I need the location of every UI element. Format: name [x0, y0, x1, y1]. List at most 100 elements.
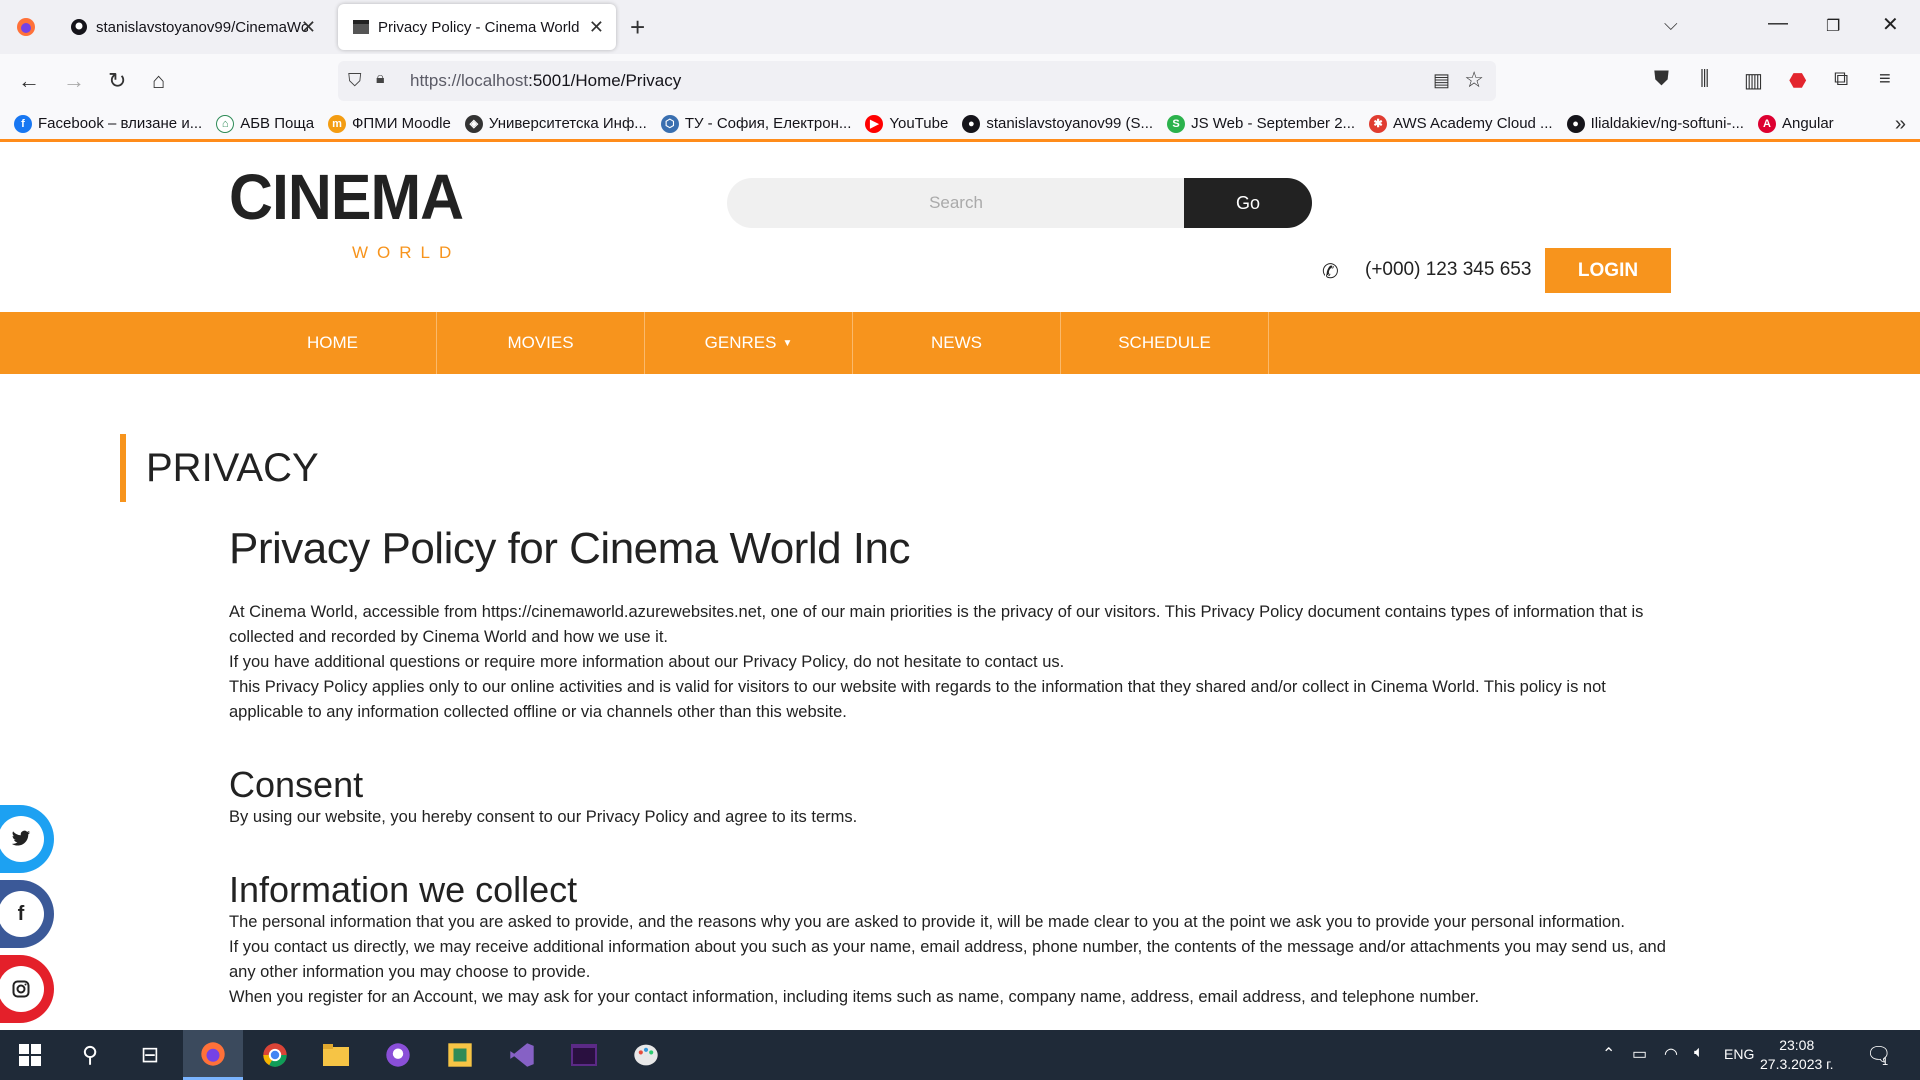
consent-text: By using our website, you hereby consent… — [229, 808, 858, 826]
bookmark-favicon-icon: ▶ — [865, 114, 884, 133]
bookmark-item[interactable]: ◈ Университетска Инф... — [464, 114, 647, 133]
chevron-down-icon[interactable]: ⌵ — [1664, 14, 1678, 35]
clapperboard-icon — [352, 18, 370, 36]
visual-studio-icon[interactable] — [492, 1030, 552, 1080]
bookmark-item[interactable]: ✱ AWS Academy Cloud ... — [1369, 114, 1553, 133]
page-heading: PRIVACY — [120, 434, 319, 502]
bookmark-favicon-icon: A — [1757, 114, 1776, 133]
pocket-icon[interactable]: ⛊ — [1654, 68, 1669, 91]
forward-icon[interactable]: → — [63, 68, 85, 94]
more-bookmarks-icon[interactable]: » — [1895, 113, 1906, 136]
tray-chevron-up-icon[interactable]: ⌃ — [1602, 1044, 1615, 1064]
clock-date: 27.3.2023 г. — [1760, 1056, 1834, 1072]
ssms-icon[interactable] — [430, 1030, 490, 1080]
bookmark-label: АБВ Поща — [240, 115, 315, 132]
chrome-taskbar-icon[interactable] — [245, 1030, 305, 1080]
bookmark-item[interactable]: S JS Web - September 2... — [1167, 114, 1356, 133]
bookmark-item[interactable]: ⌂ АБВ Поща — [216, 114, 315, 133]
clock[interactable]: 23:08 27.3.2023 г. — [1760, 1036, 1833, 1074]
consent-title: Consent — [229, 764, 364, 805]
bookmark-label: AWS Academy Cloud ... — [1393, 115, 1553, 132]
bookmark-favicon-icon: ● — [962, 114, 981, 133]
tab-github[interactable]: stanislavstoyanov99/CinemaWo ✕ — [56, 4, 328, 50]
caret-down-icon: ▼ — [782, 337, 793, 349]
sidebar-icon[interactable]: ▥ — [1744, 68, 1763, 93]
logo-sub-text: WORLD — [352, 243, 461, 262]
github-desktop-icon[interactable] — [368, 1030, 428, 1080]
new-tab-icon[interactable]: + — [630, 12, 645, 43]
bookmark-item[interactable]: A Angular — [1757, 114, 1834, 133]
bookmarks-list: f Facebook – влизане и... ⌂ АБВ Поща m ФПМИ M… — [14, 114, 1848, 133]
bookmark-item[interactable]: ⬡ ТУ - София, Електрон... — [660, 114, 852, 133]
facebook-icon: f — [0, 891, 44, 937]
policy-intro-3: This Privacy Policy applies only to our … — [229, 678, 1606, 721]
bookmark-favicon-icon: ● — [1566, 114, 1585, 133]
task-view-icon[interactable]: ⊟ — [120, 1030, 180, 1080]
bookmarks-bar: f Facebook – влизане и... ⌂ АБВ Поща m ФПМИ M… — [0, 108, 1920, 142]
collect-text-1: The personal information that you are as… — [229, 913, 1625, 931]
nav-home[interactable]: HOME — [229, 312, 437, 374]
nav-genres[interactable]: GENRES ▼ — [645, 312, 853, 374]
back-icon[interactable]: ← — [18, 68, 40, 94]
close-tab-icon[interactable]: ✕ — [589, 17, 604, 38]
tab-privacy-policy[interactable]: Privacy Policy - Cinema World ✕ — [338, 4, 616, 50]
reader-view-icon[interactable]: ▤ — [1433, 70, 1450, 91]
search-button[interactable]: Go — [1184, 178, 1312, 228]
bookmark-item[interactable]: m ФПМИ Moodle — [328, 114, 451, 133]
library-icon[interactable]: ⫼ — [1700, 68, 1709, 91]
bookmark-favicon-icon: ✱ — [1369, 114, 1388, 133]
bookmark-label: ФПМИ Moodle — [352, 115, 451, 132]
url-bar[interactable]: ⛉ 🔒︎ https://localhost:5001/Home/Privacy… — [338, 61, 1496, 101]
site-header: CINEMA WORLD Go ✆ (+000) 123 345 653 LOG… — [0, 145, 1920, 312]
firefox-taskbar-icon[interactable] — [183, 1030, 243, 1080]
search-input[interactable] — [727, 178, 1185, 228]
paint-icon[interactable] — [616, 1030, 676, 1080]
nav-movies[interactable]: MOVIES — [437, 312, 645, 374]
nav-schedule[interactable]: SCHEDULE — [1061, 312, 1269, 374]
bookmark-favicon-icon: ⬡ — [660, 114, 679, 133]
terminal-icon[interactable] — [554, 1030, 614, 1080]
bookmark-label: ТУ - София, Електрон... — [684, 115, 852, 132]
login-button[interactable]: LOGIN — [1545, 248, 1671, 293]
firefox-menu-icon[interactable] — [0, 4, 52, 50]
lock-icon[interactable]: 🔒︎ — [376, 70, 385, 88]
bookmark-item[interactable]: ● Ilialdakiev/ng-softuni-... — [1566, 114, 1744, 133]
close-window-icon[interactable]: ✕ — [1882, 12, 1899, 37]
language-indicator[interactable]: ENG — [1724, 1046, 1754, 1062]
bookmark-favicon-icon: S — [1167, 114, 1186, 133]
windows-taskbar: ⚲ ⊟ ⌃ ▭ ◠ 🔈︎ ENG 23:08 27.3.2023 г. 🗨︎ 1 — [0, 1030, 1920, 1080]
bookmark-label: Университетска Инф... — [488, 115, 647, 132]
collect-text-2: If you contact us directly, we may recei… — [229, 938, 1666, 981]
star-icon[interactable]: ☆ — [1464, 67, 1484, 93]
wifi-icon[interactable]: ◠ — [1664, 1044, 1678, 1064]
minimize-icon[interactable]: — — [1768, 12, 1788, 35]
restore-icon[interactable]: ❐ — [1826, 16, 1840, 36]
shield-icon[interactable]: ⛉ — [348, 70, 362, 91]
bookmark-item[interactable]: f Facebook – влизане и... — [14, 114, 203, 133]
browser-toolbar: ← → ↻ ⌂ ⛉ 🔒︎ https://localhost:5001/Home… — [0, 54, 1920, 108]
battery-icon[interactable]: ▭ — [1632, 1044, 1647, 1064]
bookmark-item[interactable]: ● stanislavstoyanov99 (S... — [962, 114, 1153, 133]
search-icon[interactable]: ⚲ — [60, 1030, 120, 1080]
reload-icon[interactable]: ↻ — [108, 68, 126, 94]
notification-count: 1 — [1882, 1056, 1889, 1068]
bookmark-label: YouTube — [889, 115, 949, 132]
collect-title: Information we collect — [229, 869, 578, 910]
menu-icon[interactable]: ≡ — [1879, 68, 1891, 91]
site-logo[interactable]: CINEMA WORLD — [229, 165, 475, 262]
volume-icon[interactable]: 🔈︎ — [1694, 1044, 1704, 1062]
adblock-icon[interactable]: ⬣ — [1789, 68, 1806, 93]
phone-number: (+000) 123 345 653 — [1365, 259, 1532, 280]
nav-news[interactable]: NEWS — [853, 312, 1061, 374]
bookmark-favicon-icon: f — [14, 114, 32, 133]
extensions-icon[interactable]: ⧉ — [1834, 68, 1848, 91]
bookmark-label: Facebook – влизане и... — [38, 115, 203, 132]
home-icon[interactable]: ⌂ — [152, 68, 165, 94]
privacy-policy: Privacy Policy for Cinema World Inc At C… — [229, 524, 1679, 1010]
windows-start-icon[interactable] — [0, 1030, 60, 1080]
file-explorer-icon[interactable] — [306, 1030, 366, 1080]
url-text[interactable]: https://localhost:5001/Home/Privacy — [410, 71, 681, 91]
close-tab-icon[interactable]: ✕ — [301, 17, 316, 38]
bookmark-item[interactable]: ▶ YouTube — [865, 114, 949, 133]
bookmark-label: JS Web - September 2... — [1191, 115, 1356, 132]
